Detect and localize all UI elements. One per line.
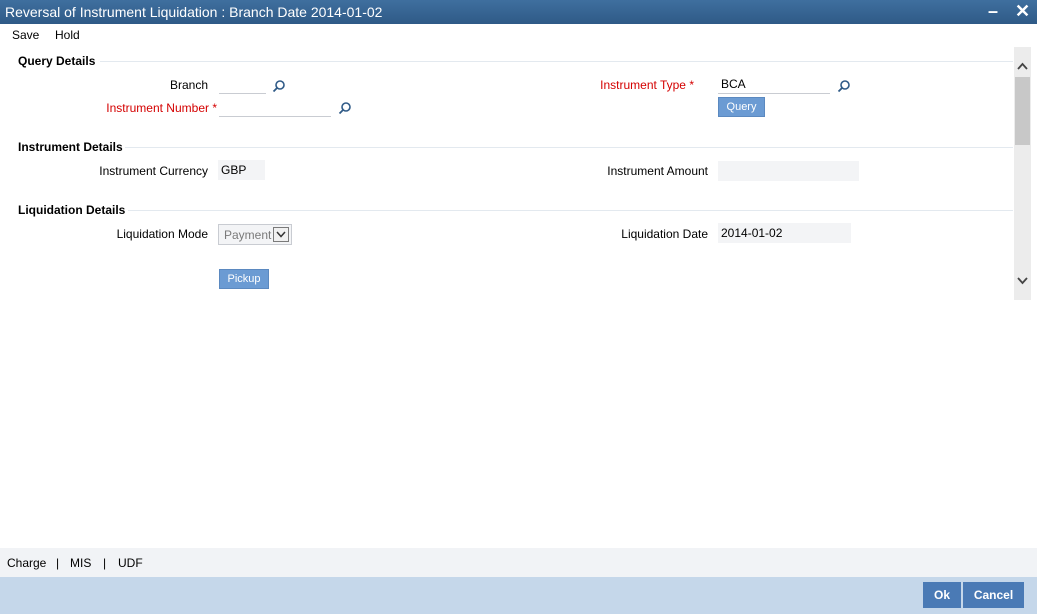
branch-label: Branch [169,78,208,92]
window-title-bar: Reversal of Instrument Liquidation : Bra… [0,0,1037,24]
menu-bar: Save Hold [0,24,1037,47]
pickup-button[interactable]: Pickup [219,269,269,289]
liquidation-date-label: Liquidation Date [621,227,708,241]
action-bar: Ok Cancel [0,577,1037,614]
main-content: Query Details Branch Instrument Number *… [0,47,1014,300]
instrument-type-input[interactable] [718,75,830,94]
instrument-details-heading: Instrument Details [18,140,123,154]
query-button[interactable]: Query [718,97,765,117]
magnifier-icon[interactable] [272,79,286,93]
cancel-button[interactable]: Cancel [963,582,1024,608]
instrument-currency-value: GBP [218,160,265,180]
magnifier-icon[interactable] [837,79,851,93]
chevron-down-icon[interactable] [1015,273,1030,288]
footer-tabs: Charge | MIS | UDF [0,548,1037,577]
tab-separator: | [56,556,60,570]
close-icon[interactable]: ✕ [1015,1,1030,21]
instrument-number-label-text: Instrument Number [106,101,209,115]
section-divider [100,61,1013,62]
section-divider [125,147,1013,148]
required-marker: * [689,78,694,92]
branch-input[interactable] [219,75,266,94]
instrument-type-label-text: Instrument Type [600,78,686,92]
window-title: Reversal of Instrument Liquidation : Bra… [5,4,383,20]
liquidation-mode-select[interactable]: Payment [218,224,292,245]
instrument-amount-label: Instrument Amount [607,164,708,178]
instrument-type-label: Instrument Type * [600,78,694,92]
liquidation-date-value: 2014-01-02 [718,223,851,243]
ok-button[interactable]: Ok [923,582,961,608]
query-details-heading: Query Details [18,54,96,68]
liquidation-details-heading: Liquidation Details [18,203,126,217]
instrument-number-label: Instrument Number * [106,101,217,115]
chevron-down-icon[interactable] [273,227,289,242]
tab-separator: | [103,556,107,570]
tab-charge[interactable]: Charge [7,556,46,570]
chevron-up-icon[interactable] [1015,59,1030,74]
instrument-number-input[interactable] [219,98,331,117]
tab-mis[interactable]: MIS [70,556,91,570]
liquidation-mode-value: Payment [224,228,272,242]
tab-udf[interactable]: UDF [118,556,143,570]
liquidation-mode-label: Liquidation Mode [116,227,208,241]
required-marker: * [212,101,217,115]
scrollbar-thumb[interactable] [1015,77,1030,145]
section-divider [128,210,1013,211]
save-menu-item[interactable]: Save [12,28,39,42]
instrument-amount-value [718,161,859,181]
minimize-icon[interactable]: – [988,1,998,21]
instrument-currency-label: Instrument Currency [99,164,208,178]
magnifier-icon[interactable] [338,101,352,115]
vertical-scrollbar[interactable] [1014,47,1031,300]
hold-menu-item[interactable]: Hold [55,28,80,42]
